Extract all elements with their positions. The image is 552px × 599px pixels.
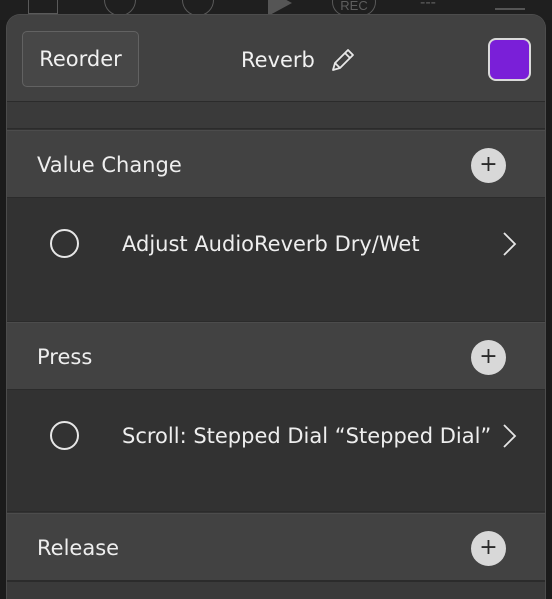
chevron-right-icon[interactable] (501, 231, 519, 257)
section-title: Value Change (37, 153, 182, 177)
spacer-strip (7, 581, 545, 599)
radio-button[interactable] (50, 229, 79, 258)
action-label: Scroll: Stepped Dial “Stepped Dial” (122, 424, 492, 448)
action-list: Scroll: Stepped Dial “Stepped Dial” (7, 391, 545, 512)
section-header-press: Press + (7, 322, 545, 390)
square-icon (28, 0, 58, 14)
action-label: Adjust AudioReverb Dry/Wet (122, 232, 420, 256)
panel-title: Reverb (241, 48, 315, 72)
add-action-button[interactable]: + (471, 340, 506, 375)
action-row[interactable]: Scroll: Stepped Dial “Stepped Dial” (7, 391, 545, 481)
add-action-button[interactable]: + (471, 531, 506, 566)
chevron-right-icon[interactable] (501, 423, 519, 449)
spacer-strip (7, 102, 545, 129)
action-row[interactable]: Adjust AudioReverb Dry/Wet (7, 199, 545, 289)
section-header-value-change: Value Change + (7, 130, 545, 198)
title-group[interactable]: Reverb (241, 43, 357, 77)
section-title: Press (37, 345, 93, 369)
section-title: Release (37, 536, 120, 560)
add-action-button[interactable]: + (471, 148, 506, 183)
panel-header: Reorder Reverb (7, 15, 545, 102)
section-header-release: Release + (7, 513, 545, 581)
color-swatch[interactable] (488, 38, 531, 81)
menu-icon (495, 0, 525, 10)
control-editor-panel: Reorder Reverb Value Change + Adjust Aud… (6, 14, 546, 599)
pencil-icon[interactable] (329, 46, 357, 74)
radio-button[interactable] (50, 421, 79, 450)
reorder-button[interactable]: Reorder (22, 31, 139, 87)
action-list: Adjust AudioReverb Dry/Wet (7, 199, 545, 322)
counter-readout: --- (420, 0, 436, 11)
